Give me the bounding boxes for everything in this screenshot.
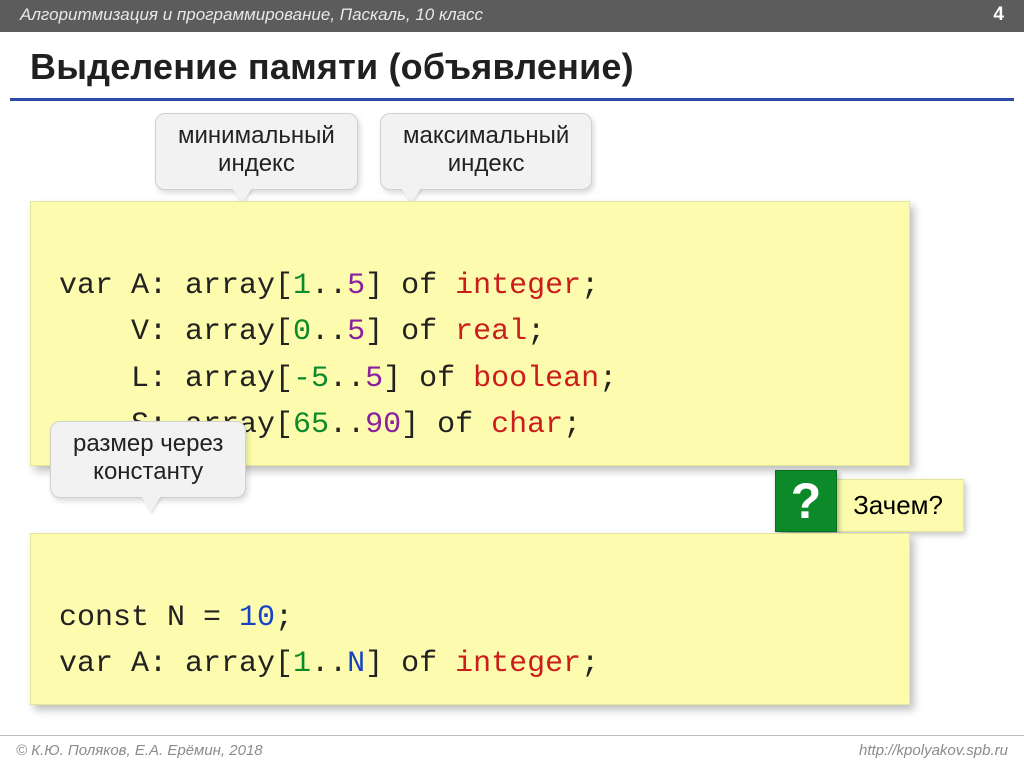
callout-size-const-text: размер через константу xyxy=(73,430,223,485)
slide-title: Выделение памяти (объявление) xyxy=(0,32,1024,98)
callout-max-index-text: максимальный индекс xyxy=(403,122,569,177)
question-mark-icon: ? xyxy=(775,470,837,532)
question-box: ? Зачем? xyxy=(782,479,964,532)
slide-header: Алгоритмизация и программирование, Паска… xyxy=(0,0,1024,32)
slide-footer: © К.Ю. Поляков, Е.А. Ерёмин, 2018 http:/… xyxy=(0,735,1024,767)
footer-left: © К.Ю. Поляков, Е.А. Ерёмин, 2018 xyxy=(16,742,263,759)
question-text: Зачем? xyxy=(853,490,943,520)
callout-size-const: размер через константу xyxy=(50,421,246,498)
course-label: Алгоритмизация и программирование, Паска… xyxy=(20,5,483,25)
code-line: var A: array[1..5] of integer; xyxy=(59,269,599,303)
code-line: const N = 10; xyxy=(59,601,293,635)
code-line: V: array[0..5] of real; xyxy=(59,315,545,349)
callout-tail-icon xyxy=(141,496,161,512)
content-area: минимальный индекс максимальный индекс v… xyxy=(0,101,1024,735)
callout-min-index-text: минимальный индекс xyxy=(178,122,335,177)
code-block-2: const N = 10; var A: array[1..N] of inte… xyxy=(30,533,910,705)
callout-min-index: минимальный индекс xyxy=(155,113,358,190)
footer-right: http://kpolyakov.spb.ru xyxy=(859,742,1008,759)
page-number: 4 xyxy=(993,4,1004,26)
callout-max-index: максимальный индекс xyxy=(380,113,592,190)
code-line: var A: array[1..N] of integer; xyxy=(59,647,599,681)
code-line: L: array[-5..5] of boolean; xyxy=(59,362,617,396)
